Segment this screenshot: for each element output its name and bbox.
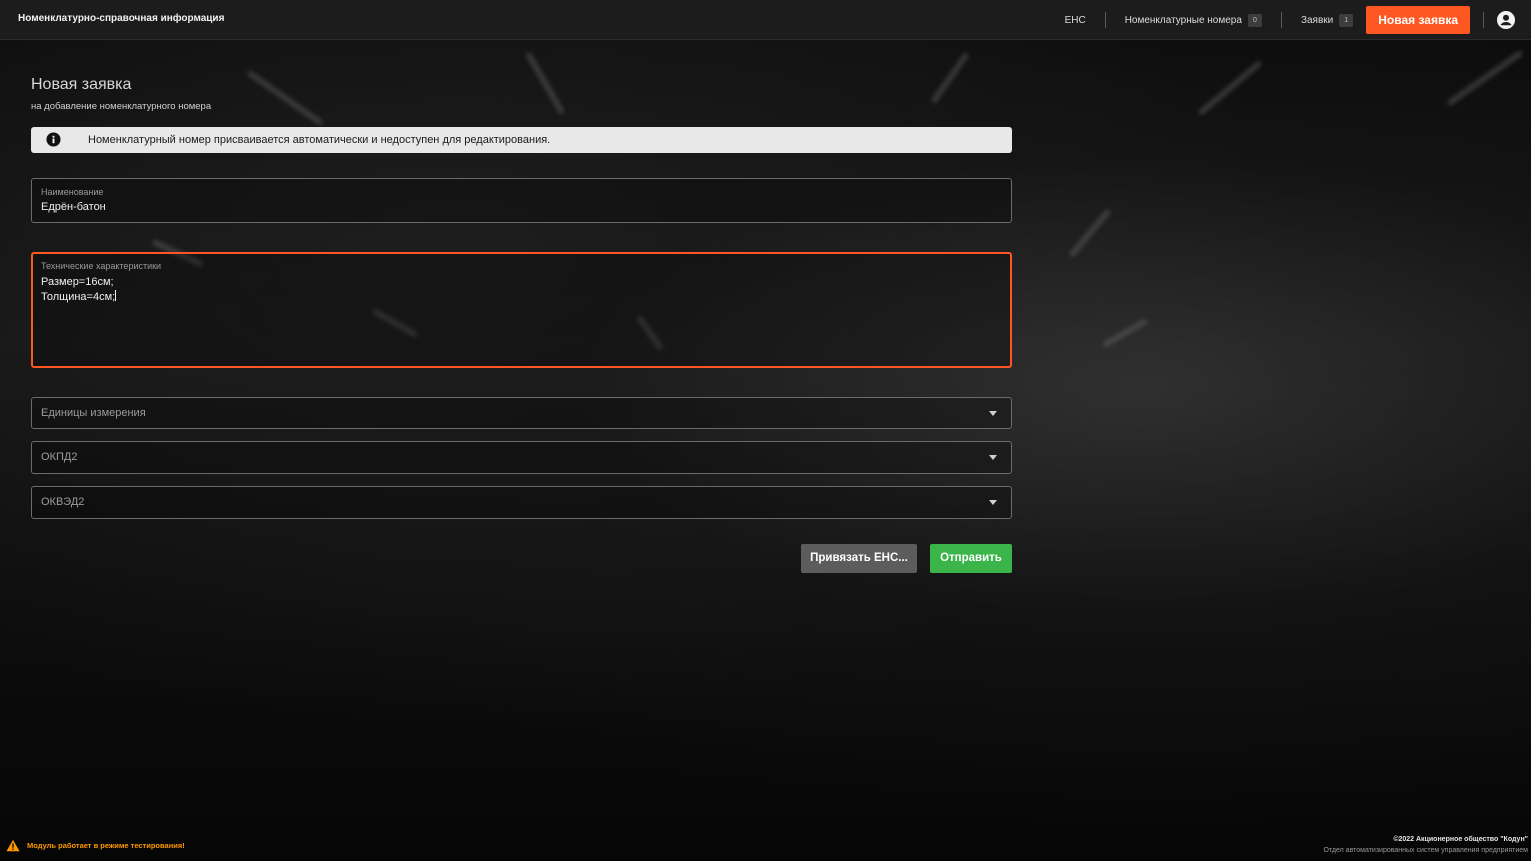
page-subtitle: на добавление номенклатурного номера xyxy=(31,101,212,112)
top-nav: ЕНС Номенклатурные номера 0 Заявки 1 Нов… xyxy=(1065,0,1531,40)
account-icon[interactable] xyxy=(1497,11,1515,29)
okpd2-select-placeholder: ОКПД2 xyxy=(41,451,78,463)
okved2-select[interactable]: ОКВЭД2 xyxy=(31,486,1012,519)
dropdown-arrow-icon[interactable] xyxy=(989,411,997,416)
page-title: Новая заявка xyxy=(31,76,132,93)
send-button[interactable]: Отправить xyxy=(930,544,1012,573)
nav-divider xyxy=(1104,12,1106,28)
nav-divider xyxy=(1483,12,1484,28)
specs-field-label: Технические характеристики xyxy=(41,261,162,271)
specs-line-2: Толщина=4см; xyxy=(41,291,116,303)
nav-nomenclature-numbers[interactable]: Номенклатурные номера 0 xyxy=(1124,13,1262,27)
nav-ens[interactable]: ЕНС xyxy=(1065,15,1086,26)
nav-requests[interactable]: Заявки 1 xyxy=(1300,13,1354,27)
specs-textarea[interactable]: Технические характеристики Размер=16см; … xyxy=(31,252,1012,368)
dropdown-arrow-icon[interactable] xyxy=(989,455,997,460)
app-title[interactable]: Номенклатурно-справочная информация xyxy=(18,13,224,24)
test-mode-warning: Модуль работает в режиме тестирования! xyxy=(6,839,185,852)
info-alert-text: Номенклатурный номер присваивается автом… xyxy=(88,134,551,146)
specs-line-2-wrap: Толщина=4см; xyxy=(41,290,117,303)
top-bar: Номенклатурно-справочная информация ЕНС … xyxy=(0,0,1531,40)
units-select[interactable]: Единицы измерения xyxy=(31,397,1012,429)
copyright: ©2022 Акционерное общество "Кодун" xyxy=(1393,836,1528,843)
info-icon xyxy=(46,132,61,147)
okved2-select-placeholder: ОКВЭД2 xyxy=(41,496,85,508)
test-mode-warning-text: Модуль работает в режиме тестирования! xyxy=(27,841,185,850)
nav-requests-label: Заявки xyxy=(1300,14,1334,26)
new-request-button[interactable]: Новая заявка xyxy=(1366,6,1470,34)
units-select-placeholder: Единицы измерения xyxy=(41,407,146,419)
nomenclature-count-badge: 0 xyxy=(1247,13,1262,27)
nav-nomenclature-numbers-label: Номенклатурные номера xyxy=(1124,14,1242,26)
okpd2-select[interactable]: ОКПД2 xyxy=(31,441,1012,474)
department: Отдел автоматизированных систем управлен… xyxy=(1323,847,1528,854)
info-alert: Номенклатурный номер присваивается автом… xyxy=(31,127,1012,153)
text-caret xyxy=(115,290,117,301)
warning-icon xyxy=(6,839,20,852)
requests-count-badge: 1 xyxy=(1339,13,1354,27)
footer-credits: ©2022 Акционерное общество "Кодун" Отдел… xyxy=(1323,836,1528,854)
bind-ens-button[interactable]: Привязать ЕНС... xyxy=(801,544,917,573)
name-field-value[interactable]: Едрён-батон xyxy=(41,201,106,213)
dropdown-arrow-icon[interactable] xyxy=(989,500,997,505)
nav-divider xyxy=(1280,12,1282,28)
name-field[interactable]: Наименование Едрён-батон xyxy=(31,178,1012,223)
specs-line-1: Размер=16см; xyxy=(41,276,114,288)
name-field-label: Наименование xyxy=(41,187,104,197)
